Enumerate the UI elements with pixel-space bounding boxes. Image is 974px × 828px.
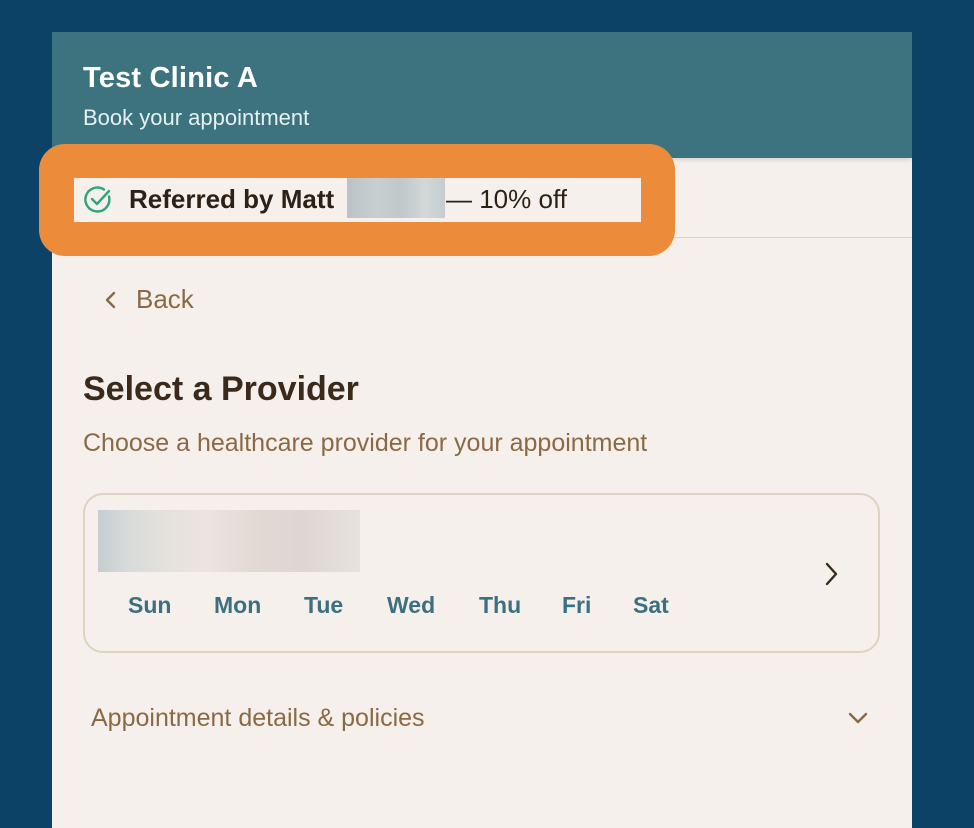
day-tue: Tue xyxy=(304,592,344,618)
day-thu: Thu xyxy=(479,592,522,618)
clinic-header: Test Clinic A Book your appointment xyxy=(52,32,912,158)
back-label: Back xyxy=(136,284,194,314)
chevron-left-icon xyxy=(105,291,116,308)
referral-banner: Referred by Matt — 10% off xyxy=(74,178,641,222)
referral-discount: — 10% off xyxy=(446,184,567,214)
clinic-name: Test Clinic A xyxy=(83,62,259,94)
back-button[interactable]: Back xyxy=(104,284,194,315)
availability-days: Sun Mon Tue Wed Thu Fri Sat xyxy=(85,592,705,622)
chevron-right-icon[interactable] xyxy=(823,561,839,587)
day-sat: Sat xyxy=(633,592,669,618)
check-circle-icon xyxy=(84,186,111,213)
referral-text: Referred by Matt xyxy=(129,184,335,214)
day-fri: Fri xyxy=(562,592,592,618)
page-subtitle: Choose a healthcare provider for your ap… xyxy=(83,429,648,457)
clinic-subtitle: Book your appointment xyxy=(83,105,310,130)
appointment-details-toggle[interactable]: Appointment details & policies xyxy=(91,704,425,733)
provider-name-redacted xyxy=(98,510,360,572)
day-wed: Wed xyxy=(387,592,436,618)
referrer-name-redacted xyxy=(347,178,445,218)
chevron-down-icon[interactable] xyxy=(847,711,869,725)
day-mon: Mon xyxy=(214,592,262,618)
provider-card[interactable]: Sun Mon Tue Wed Thu Fri Sat xyxy=(83,493,880,653)
day-sun: Sun xyxy=(128,592,172,618)
page-title: Select a Provider xyxy=(83,370,359,408)
